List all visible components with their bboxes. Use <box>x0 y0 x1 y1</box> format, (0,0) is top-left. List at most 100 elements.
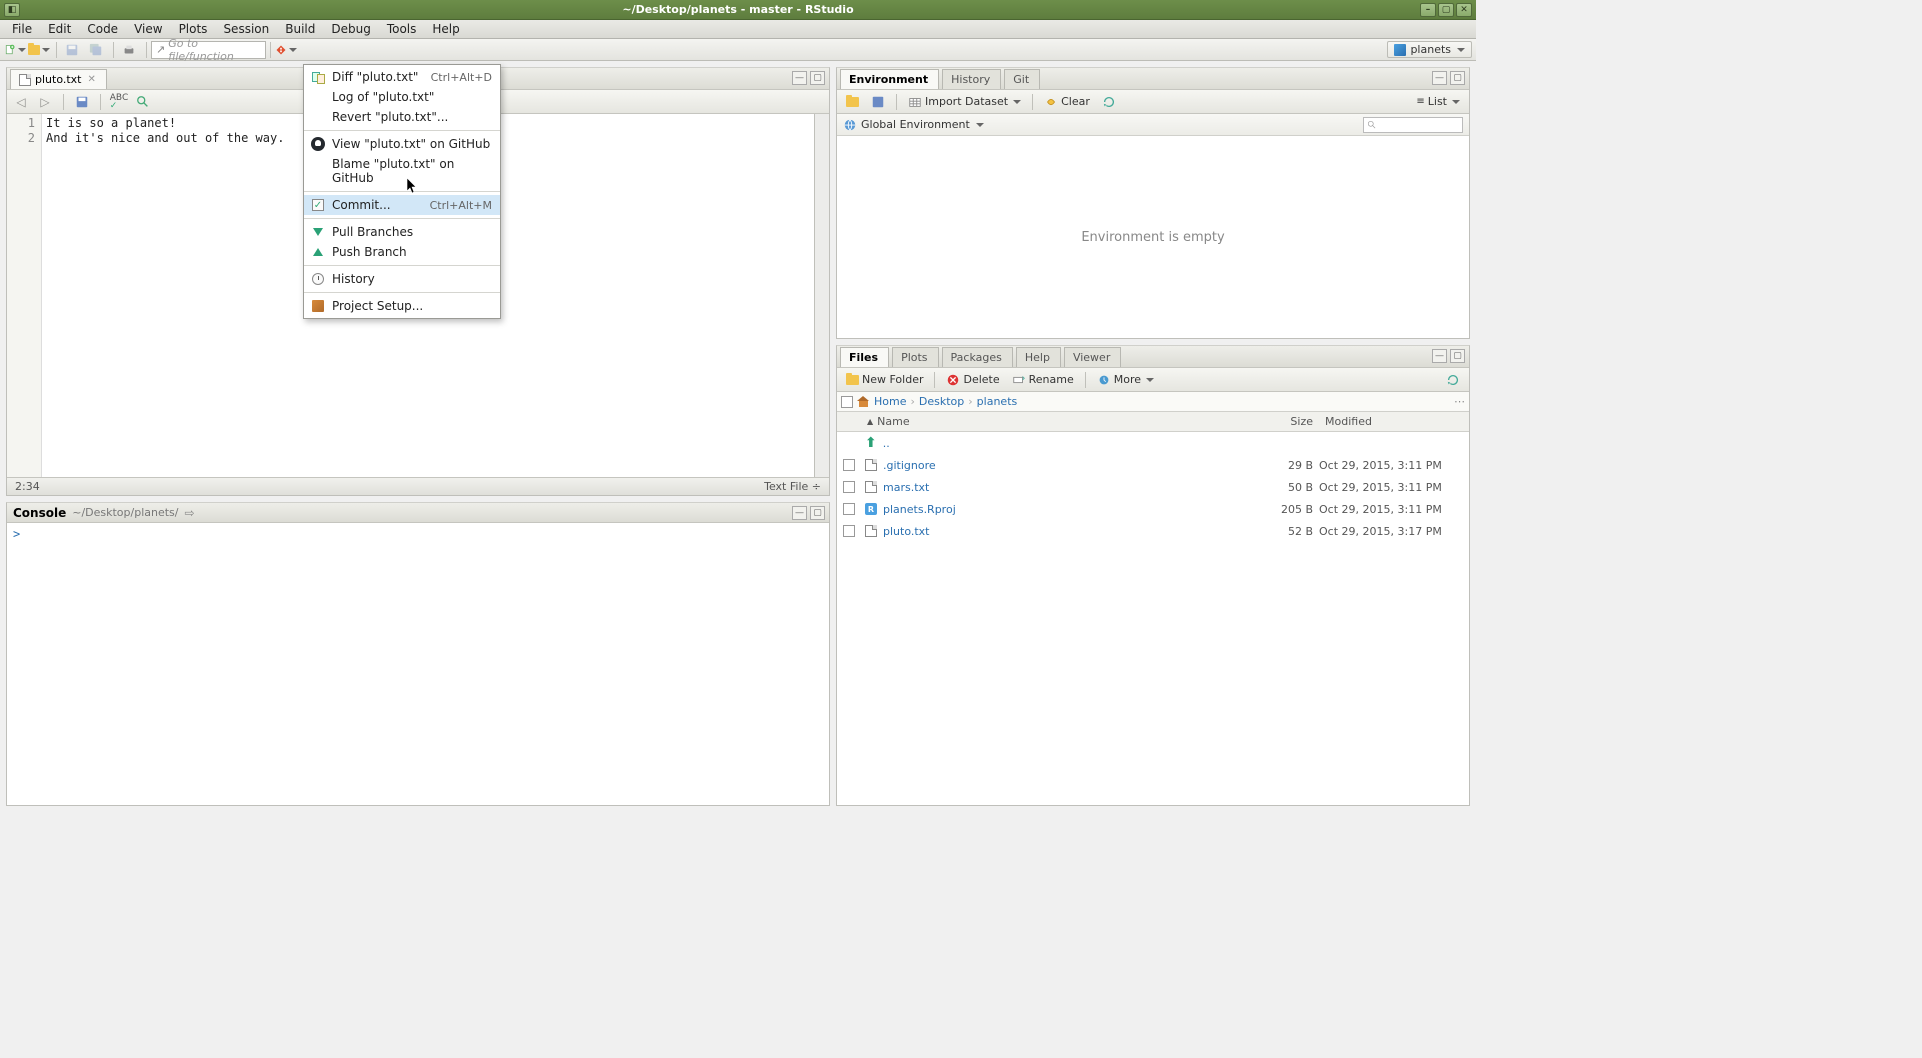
load-workspace-button[interactable] <box>841 95 864 109</box>
tab-plots[interactable]: Plots <box>892 347 938 367</box>
breadcrumb-planets[interactable]: planets <box>977 395 1018 408</box>
window-titlebar: ◧ ~/Desktop/planets - master - RStudio –… <box>0 0 1476 20</box>
save-all-button[interactable] <box>85 41 107 59</box>
file-name[interactable]: planets.Rproj <box>883 503 956 516</box>
menu-project-setup[interactable]: Project Setup... <box>304 296 500 316</box>
minimize-pane-button[interactable]: — <box>1432 349 1447 363</box>
refresh-button[interactable] <box>1097 93 1121 111</box>
scrollbar[interactable] <box>814 114 829 477</box>
home-icon[interactable] <box>857 396 870 407</box>
tab-viewer[interactable]: Viewer <box>1064 347 1121 367</box>
tab-files[interactable]: Files <box>840 347 889 367</box>
col-size[interactable]: Size <box>1249 415 1319 428</box>
print-button[interactable] <box>118 41 140 59</box>
menu-tools[interactable]: Tools <box>379 20 425 38</box>
col-name[interactable]: ▲Name <box>861 415 1249 428</box>
import-dataset-button[interactable]: Import Dataset <box>903 93 1026 111</box>
more-button[interactable]: More <box>1092 371 1159 389</box>
window-menu-button[interactable]: ◧ <box>4 3 20 17</box>
menu-revert[interactable]: Revert "pluto.txt"... <box>304 107 500 127</box>
menu-session[interactable]: Session <box>215 20 277 38</box>
checkbox[interactable] <box>843 503 855 515</box>
maximize-pane-button[interactable]: ▢ <box>1450 349 1465 363</box>
menu-view-github[interactable]: View "pluto.txt" on GitHub <box>304 134 500 154</box>
file-name[interactable]: mars.txt <box>883 481 929 494</box>
clear-button[interactable]: Clear <box>1039 93 1095 111</box>
save-button[interactable] <box>61 41 83 59</box>
menu-push-label: Push Branch <box>332 245 407 259</box>
menu-push[interactable]: Push Branch <box>304 242 500 262</box>
delete-button[interactable]: Delete <box>941 371 1004 389</box>
goto-file-input[interactable]: ↗ Go to file/function <box>151 41 266 59</box>
file-icon <box>865 525 877 537</box>
tab-history[interactable]: History <box>942 69 1001 89</box>
minimize-pane-button[interactable]: — <box>1432 71 1447 85</box>
checkbox[interactable] <box>843 481 855 493</box>
file-size: 29 B <box>1249 459 1319 472</box>
menu-log[interactable]: Log of "pluto.txt" <box>304 87 500 107</box>
tab-git[interactable]: Git <box>1004 69 1040 89</box>
find-button[interactable] <box>133 93 153 111</box>
menu-code[interactable]: Code <box>79 20 126 38</box>
git-dropdown-button[interactable] <box>275 41 297 59</box>
minimize-pane-button[interactable]: — <box>792 71 807 85</box>
checkbox[interactable] <box>843 525 855 537</box>
minimize-pane-button[interactable]: — <box>792 506 807 520</box>
new-folder-button[interactable]: New Folder <box>841 371 928 388</box>
file-row[interactable]: .gitignore 29 B Oct 29, 2015, 3:11 PM <box>837 454 1469 476</box>
menu-edit[interactable]: Edit <box>40 20 79 38</box>
spellcheck-button[interactable]: ABC✓ <box>109 93 129 111</box>
env-search-input[interactable] <box>1363 117 1463 133</box>
console-body[interactable]: > <box>7 523 829 805</box>
files-breadcrumb: Home › Desktop › planets ⋯ <box>837 392 1469 412</box>
menu-debug[interactable]: Debug <box>323 20 378 38</box>
checkbox[interactable] <box>843 459 855 471</box>
refresh-files-button[interactable] <box>1441 371 1465 389</box>
file-row[interactable]: Rplanets.Rproj 205 B Oct 29, 2015, 3:11 … <box>837 498 1469 520</box>
maximize-pane-button[interactable]: ▢ <box>810 506 825 520</box>
maximize-button[interactable]: ▢ <box>1438 3 1454 17</box>
breadcrumb-desktop[interactable]: Desktop <box>919 395 964 408</box>
rename-button[interactable]: Rename <box>1007 371 1079 389</box>
scope-label[interactable]: Global Environment <box>861 118 970 131</box>
forward-button[interactable]: ▷ <box>35 93 55 111</box>
menu-plots[interactable]: Plots <box>171 20 216 38</box>
breadcrumb-home[interactable]: Home <box>874 395 906 408</box>
caret-icon <box>18 48 26 52</box>
open-file-button[interactable] <box>28 41 50 59</box>
file-row-up[interactable]: ⬆.. <box>837 432 1469 454</box>
caret-icon <box>1452 100 1460 104</box>
maximize-pane-button[interactable]: ▢ <box>1450 71 1465 85</box>
col-modified[interactable]: Modified <box>1319 415 1469 428</box>
tab-environment[interactable]: Environment <box>840 69 939 89</box>
new-file-button[interactable] <box>4 41 26 59</box>
save-button[interactable] <box>72 93 92 111</box>
menu-diff[interactable]: Diff "pluto.txt" Ctrl+Alt+D <box>304 67 500 87</box>
menu-help[interactable]: Help <box>424 20 467 38</box>
menu-commit[interactable]: ✓ Commit... Ctrl+Alt+M <box>304 195 500 215</box>
console-title: Console <box>13 506 66 520</box>
file-name[interactable]: pluto.txt <box>883 525 930 538</box>
tab-packages[interactable]: Packages <box>942 347 1013 367</box>
back-button[interactable]: ◁ <box>11 93 31 111</box>
select-all-checkbox[interactable] <box>841 396 853 408</box>
close-tab-icon[interactable]: ✕ <box>88 74 96 85</box>
project-selector[interactable]: planets <box>1387 41 1472 58</box>
file-modified: Oct 29, 2015, 3:11 PM <box>1319 459 1469 472</box>
menu-pull[interactable]: Pull Branches <box>304 222 500 242</box>
menu-build[interactable]: Build <box>277 20 323 38</box>
file-row[interactable]: pluto.txt 52 B Oct 29, 2015, 3:17 PM <box>837 520 1469 542</box>
file-row[interactable]: mars.txt 50 B Oct 29, 2015, 3:11 PM <box>837 476 1469 498</box>
tab-help[interactable]: Help <box>1016 347 1061 367</box>
menu-file[interactable]: File <box>4 20 40 38</box>
save-workspace-button[interactable] <box>866 93 890 111</box>
source-tab-pluto[interactable]: pluto.txt ✕ <box>10 69 107 89</box>
minimize-button[interactable]: – <box>1420 3 1436 17</box>
maximize-pane-button[interactable]: ▢ <box>810 71 825 85</box>
file-name[interactable]: .gitignore <box>883 459 936 472</box>
menu-blame-github[interactable]: Blame "pluto.txt" on GitHub <box>304 154 500 188</box>
menu-view[interactable]: View <box>126 20 170 38</box>
close-button[interactable]: ✕ <box>1456 3 1472 17</box>
menu-history[interactable]: History <box>304 269 500 289</box>
list-view-button[interactable]: ≡ List <box>1411 93 1465 110</box>
